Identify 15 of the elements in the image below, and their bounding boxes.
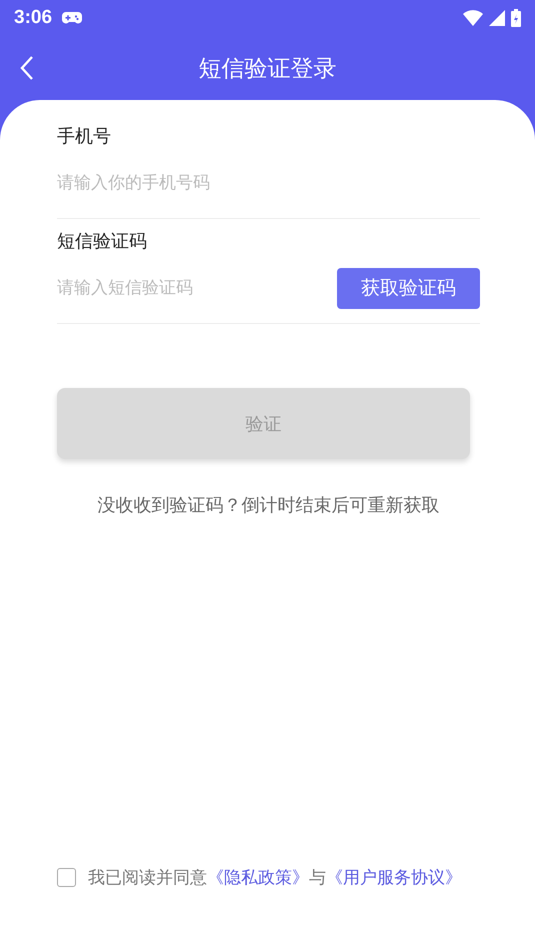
agreement-text: 与 — [309, 867, 326, 889]
agreement-checkbox[interactable] — [57, 868, 76, 887]
wifi-icon — [463, 10, 483, 26]
battery-icon — [511, 9, 521, 27]
status-time: 3:06 — [14, 7, 52, 29]
field-label: 短信验证码 — [57, 230, 147, 253]
signal-icon — [489, 10, 505, 26]
gamepad-icon — [62, 12, 82, 24]
hint-text: 没收收到验证码？倒计时结束后可重新获取 — [96, 494, 440, 517]
page-title: 短信验证登录 — [198, 54, 336, 84]
field-label: 手机号 — [57, 125, 111, 148]
get-code-button[interactable]: 获取验证码 — [337, 268, 480, 308]
service-agreement-link[interactable]: 《用户服务协议》 — [326, 866, 462, 889]
agreement-text: 我已阅读并同意 — [88, 867, 207, 889]
privacy-policy-link[interactable]: 《隐私政策》 — [207, 866, 309, 889]
